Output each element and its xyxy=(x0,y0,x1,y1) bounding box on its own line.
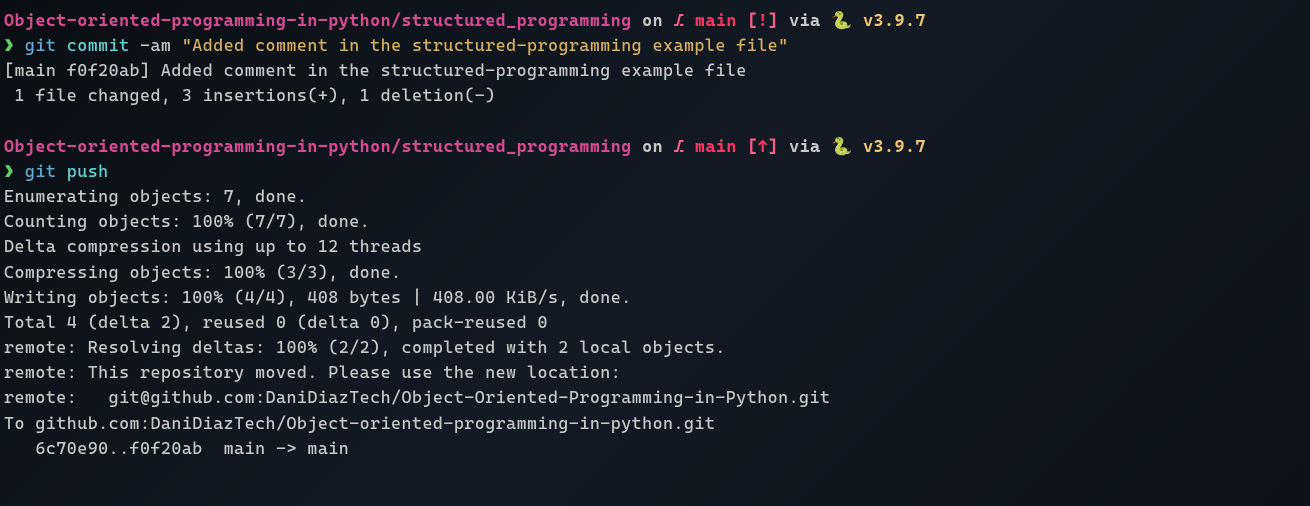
via-text: via xyxy=(779,136,831,156)
command-line-2: ❯ git push xyxy=(4,159,1306,184)
commit-message: "Added comment in the structured-program… xyxy=(182,35,789,55)
bracket-open: [ xyxy=(747,10,757,30)
on-text: on xyxy=(632,136,674,156)
output-line: Writing objects: 100% (4/4), 408 bytes |… xyxy=(4,285,1306,310)
via-text: via xyxy=(779,10,831,30)
terminal-output[interactable]: Object-oriented-programming-in-python/st… xyxy=(4,8,1306,461)
output-line: remote: Resolving deltas: 100% (2/2), co… xyxy=(4,335,1306,360)
prompt-line-1: Object-oriented-programming-in-python/st… xyxy=(4,8,1306,33)
git-command: git xyxy=(25,161,67,181)
output-line: 6c70e90..f0f20ab main -> main xyxy=(4,436,1306,461)
python-icon: 🐍 xyxy=(831,134,863,159)
python-version: v3.9.7 xyxy=(863,136,926,156)
git-command: git xyxy=(25,35,67,55)
prompt-line-2: Object-oriented-programming-in-python/st… xyxy=(4,134,1306,159)
git-status-ahead: ↑ xyxy=(758,136,768,156)
bracket-close: ] xyxy=(768,10,778,30)
git-subcommand: push xyxy=(67,161,109,181)
branch-icon: ⎇ xyxy=(674,10,685,30)
python-version: v3.9.7 xyxy=(863,10,926,30)
on-text: on xyxy=(632,10,674,30)
output-line: Delta compression using up to 12 threads xyxy=(4,234,1306,259)
command-line-1: ❯ git commit -am "Added comment in the s… xyxy=(4,33,1306,58)
blank-line xyxy=(4,109,1306,134)
branch-name: main xyxy=(684,136,747,156)
path-segment: Object-oriented-programming-in-python/st… xyxy=(4,136,632,156)
output-line: remote: git@github.com:DaniDiazTech/Obje… xyxy=(4,385,1306,410)
python-icon: 🐍 xyxy=(831,8,863,33)
output-line: remote: This repository moved. Please us… xyxy=(4,360,1306,385)
prompt-arrow-icon: ❯ xyxy=(4,161,25,181)
output-line: Total 4 (delta 2), reused 0 (delta 0), p… xyxy=(4,310,1306,335)
path-segment: Object-oriented-programming-in-python/st… xyxy=(4,10,632,30)
output-line: Compressing objects: 100% (3/3), done. xyxy=(4,260,1306,285)
output-line: Counting objects: 100% (7/7), done. xyxy=(4,209,1306,234)
branch-name: main xyxy=(684,10,747,30)
git-flag: -am xyxy=(140,35,182,55)
prompt-arrow-icon: ❯ xyxy=(4,35,25,55)
git-subcommand: commit xyxy=(67,35,140,55)
output-line: 1 file changed, 3 insertions(+), 1 delet… xyxy=(4,83,1306,108)
bracket-open: [ xyxy=(747,136,757,156)
output-line: To github.com:DaniDiazTech/Object-orient… xyxy=(4,411,1306,436)
branch-icon: ⎇ xyxy=(674,136,685,156)
bracket-close: ] xyxy=(768,136,778,156)
output-line: [main f0f20ab] Added comment in the stru… xyxy=(4,58,1306,83)
git-status-dirty: ! xyxy=(758,10,768,30)
output-line: Enumerating objects: 7, done. xyxy=(4,184,1306,209)
